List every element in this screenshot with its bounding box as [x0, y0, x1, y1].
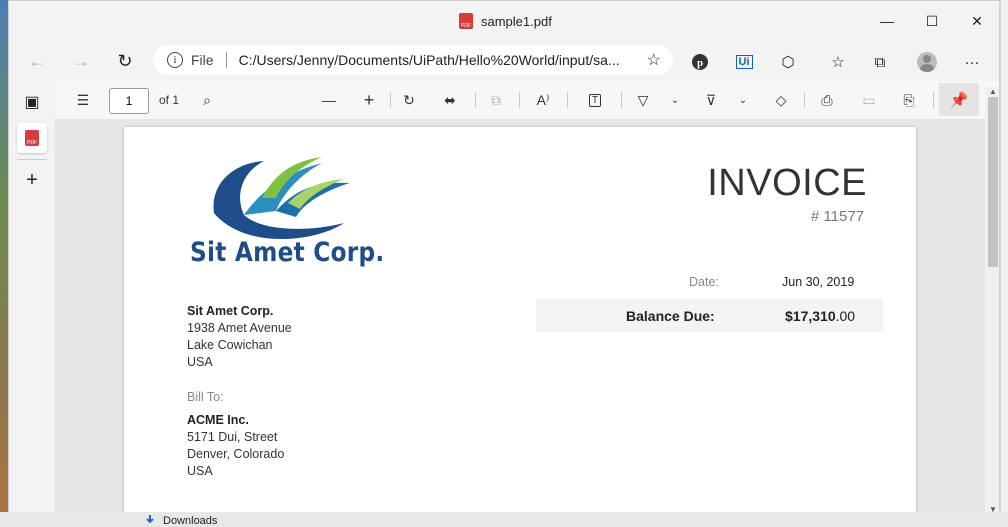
- rotate-icon[interactable]: ↻: [399, 90, 419, 110]
- refresh-button[interactable]: ↻: [111, 47, 139, 75]
- toolbar-separator: [390, 92, 391, 108]
- new-tab-icon[interactable]: +: [17, 165, 47, 195]
- address-row: ← → ↻ i File C:/Users/Jenny/Documents/Ui…: [9, 41, 999, 81]
- sender-address: Sit Amet Corp. 1938 Amet Avenue Lake Cow…: [187, 303, 292, 371]
- file-scheme-label: File: [191, 52, 214, 68]
- pdf-tab-icon: PDF: [25, 130, 39, 146]
- pdf-viewer[interactable]: Sit Amet Corp. INVOICE # 11577 Sit Amet …: [55, 119, 985, 519]
- background-window-edge: [1000, 0, 1008, 512]
- save-as-icon[interactable]: ⎘: [899, 90, 919, 110]
- close-button[interactable]: ✕: [954, 9, 999, 33]
- tab-sample1-pdf[interactable]: PDF: [17, 123, 47, 153]
- toolbar-separator: [933, 92, 934, 108]
- toolbar-separator: [519, 92, 520, 108]
- highlight-options-chevron-icon[interactable]: ⌄: [737, 90, 749, 110]
- company-logo: [213, 157, 350, 240]
- erase-icon[interactable]: ◇: [771, 90, 791, 110]
- window-title-text: sample1.pdf: [481, 13, 552, 29]
- recipient-address: ACME Inc. 5171 Dui, Street Denver, Color…: [187, 412, 284, 480]
- date-label: Date:: [689, 275, 719, 289]
- scrollbar-thumb[interactable]: [988, 97, 998, 267]
- balance-due-row: Balance Due: $17,310.00: [536, 299, 883, 332]
- bill-to-label: Bill To:: [187, 390, 224, 404]
- tab-actions-icon[interactable]: ▣: [17, 87, 47, 117]
- minimize-button[interactable]: —: [864, 9, 910, 33]
- toolbar-separator: [804, 92, 805, 108]
- recipient-line1: 5171 Dui, Street: [187, 430, 278, 444]
- scroll-up-icon[interactable]: ▲: [989, 87, 997, 96]
- invoice-number: # 11577: [810, 208, 864, 225]
- address-separator: [225, 52, 227, 68]
- forward-button[interactable]: →: [67, 47, 95, 75]
- sender-name: Sit Amet Corp.: [187, 304, 274, 318]
- extensions-icon[interactable]: ⬡: [777, 51, 799, 73]
- read-aloud-icon[interactable]: A⁾: [531, 90, 555, 110]
- pdf-page: Sit Amet Corp. INVOICE # 11577 Sit Amet …: [124, 127, 916, 519]
- pdf-toolbar: ☰ 1 of 1 ⌕ — + ↻ ⬌ ⧉ A⁾ T ▽ ⌄ ⊽ ⌄ ◇ ⎙ ▭ …: [55, 81, 999, 120]
- highlight-icon[interactable]: ⊽: [701, 90, 721, 110]
- downloads-label[interactable]: Downloads: [163, 515, 217, 527]
- uipath-extension-icon[interactable]: Ui: [733, 51, 755, 73]
- pdf-file-icon: PDF: [459, 13, 473, 29]
- url-text[interactable]: C:/Users/Jenny/Documents/UiPath/Hello%20…: [239, 52, 634, 68]
- toolbar-separator: [621, 92, 622, 108]
- uipath-label: Ui: [735, 55, 753, 69]
- pinterest-icon[interactable]: p: [689, 51, 711, 73]
- text-box-icon[interactable]: T: [585, 90, 605, 110]
- save-icon[interactable]: ▭: [859, 90, 879, 110]
- balance-due-label: Balance Due:: [626, 308, 715, 324]
- collections-icon[interactable]: ⧉: [869, 51, 891, 73]
- print-icon[interactable]: ⎙: [817, 90, 837, 110]
- address-bar[interactable]: i File C:/Users/Jenny/Documents/UiPath/H…: [153, 45, 673, 75]
- page-number-input[interactable]: 1: [109, 88, 149, 114]
- fit-to-width-icon[interactable]: ⬌: [440, 90, 460, 110]
- browser-window: PDF sample1.pdf — ☐ ✕ ← → ↻ i File C:/Us…: [8, 0, 1000, 520]
- zoom-in-icon[interactable]: +: [359, 90, 379, 110]
- recipient-line3: USA: [187, 464, 213, 478]
- company-logo-text: Sit Amet Corp.: [190, 237, 385, 268]
- balance-cents: .00: [835, 308, 856, 324]
- zoom-out-icon[interactable]: —: [319, 90, 339, 110]
- title-bar: PDF sample1.pdf — ☐ ✕: [9, 1, 999, 41]
- sidebar-divider: [17, 159, 47, 160]
- draw-icon[interactable]: ▽: [633, 90, 653, 110]
- date-value: Jun 30, 2019: [782, 275, 855, 289]
- download-arrow-icon: [146, 515, 154, 524]
- page-total-label: of 1: [159, 93, 180, 107]
- recipient-name: ACME Inc.: [187, 413, 249, 427]
- maximize-button[interactable]: ☐: [909, 9, 955, 33]
- balance-due-value: $17,310.00: [785, 308, 855, 324]
- contents-icon[interactable]: ☰: [73, 90, 93, 110]
- vertical-scrollbar[interactable]: ▲ ▼: [985, 87, 999, 519]
- invoice-heading: INVOICE: [707, 162, 867, 204]
- toolbar-separator: [475, 92, 476, 108]
- sender-line2: Lake Cowichan: [187, 338, 273, 352]
- pin-toolbar-icon[interactable]: 📌: [939, 83, 979, 116]
- taskbar: Downloads: [0, 512, 1008, 527]
- draw-options-chevron-icon[interactable]: ⌄: [669, 90, 681, 110]
- back-button[interactable]: ←: [23, 47, 51, 75]
- info-icon[interactable]: i: [167, 52, 183, 68]
- desktop-background: [0, 0, 8, 527]
- recipient-line2: Denver, Colorado: [187, 447, 285, 461]
- window-title: PDF sample1.pdf: [459, 13, 552, 29]
- profile-icon[interactable]: [916, 51, 938, 73]
- add-favorite-icon[interactable]: ☆: [647, 50, 661, 70]
- vertical-tabs-sidebar: ▣ PDF +: [9, 81, 55, 519]
- svg-text:p: p: [697, 57, 703, 69]
- sender-line1: 1938 Amet Avenue: [187, 321, 292, 335]
- more-menu-icon[interactable]: ···: [961, 51, 983, 73]
- favorites-icon[interactable]: ☆: [827, 51, 849, 73]
- toolbar-separator: [567, 92, 568, 108]
- balance-whole: $17,310: [785, 308, 836, 324]
- avatar: [917, 52, 937, 72]
- sender-line3: USA: [187, 355, 213, 369]
- search-icon[interactable]: ⌕: [197, 90, 217, 110]
- page-view-icon[interactable]: ⧉: [486, 90, 506, 110]
